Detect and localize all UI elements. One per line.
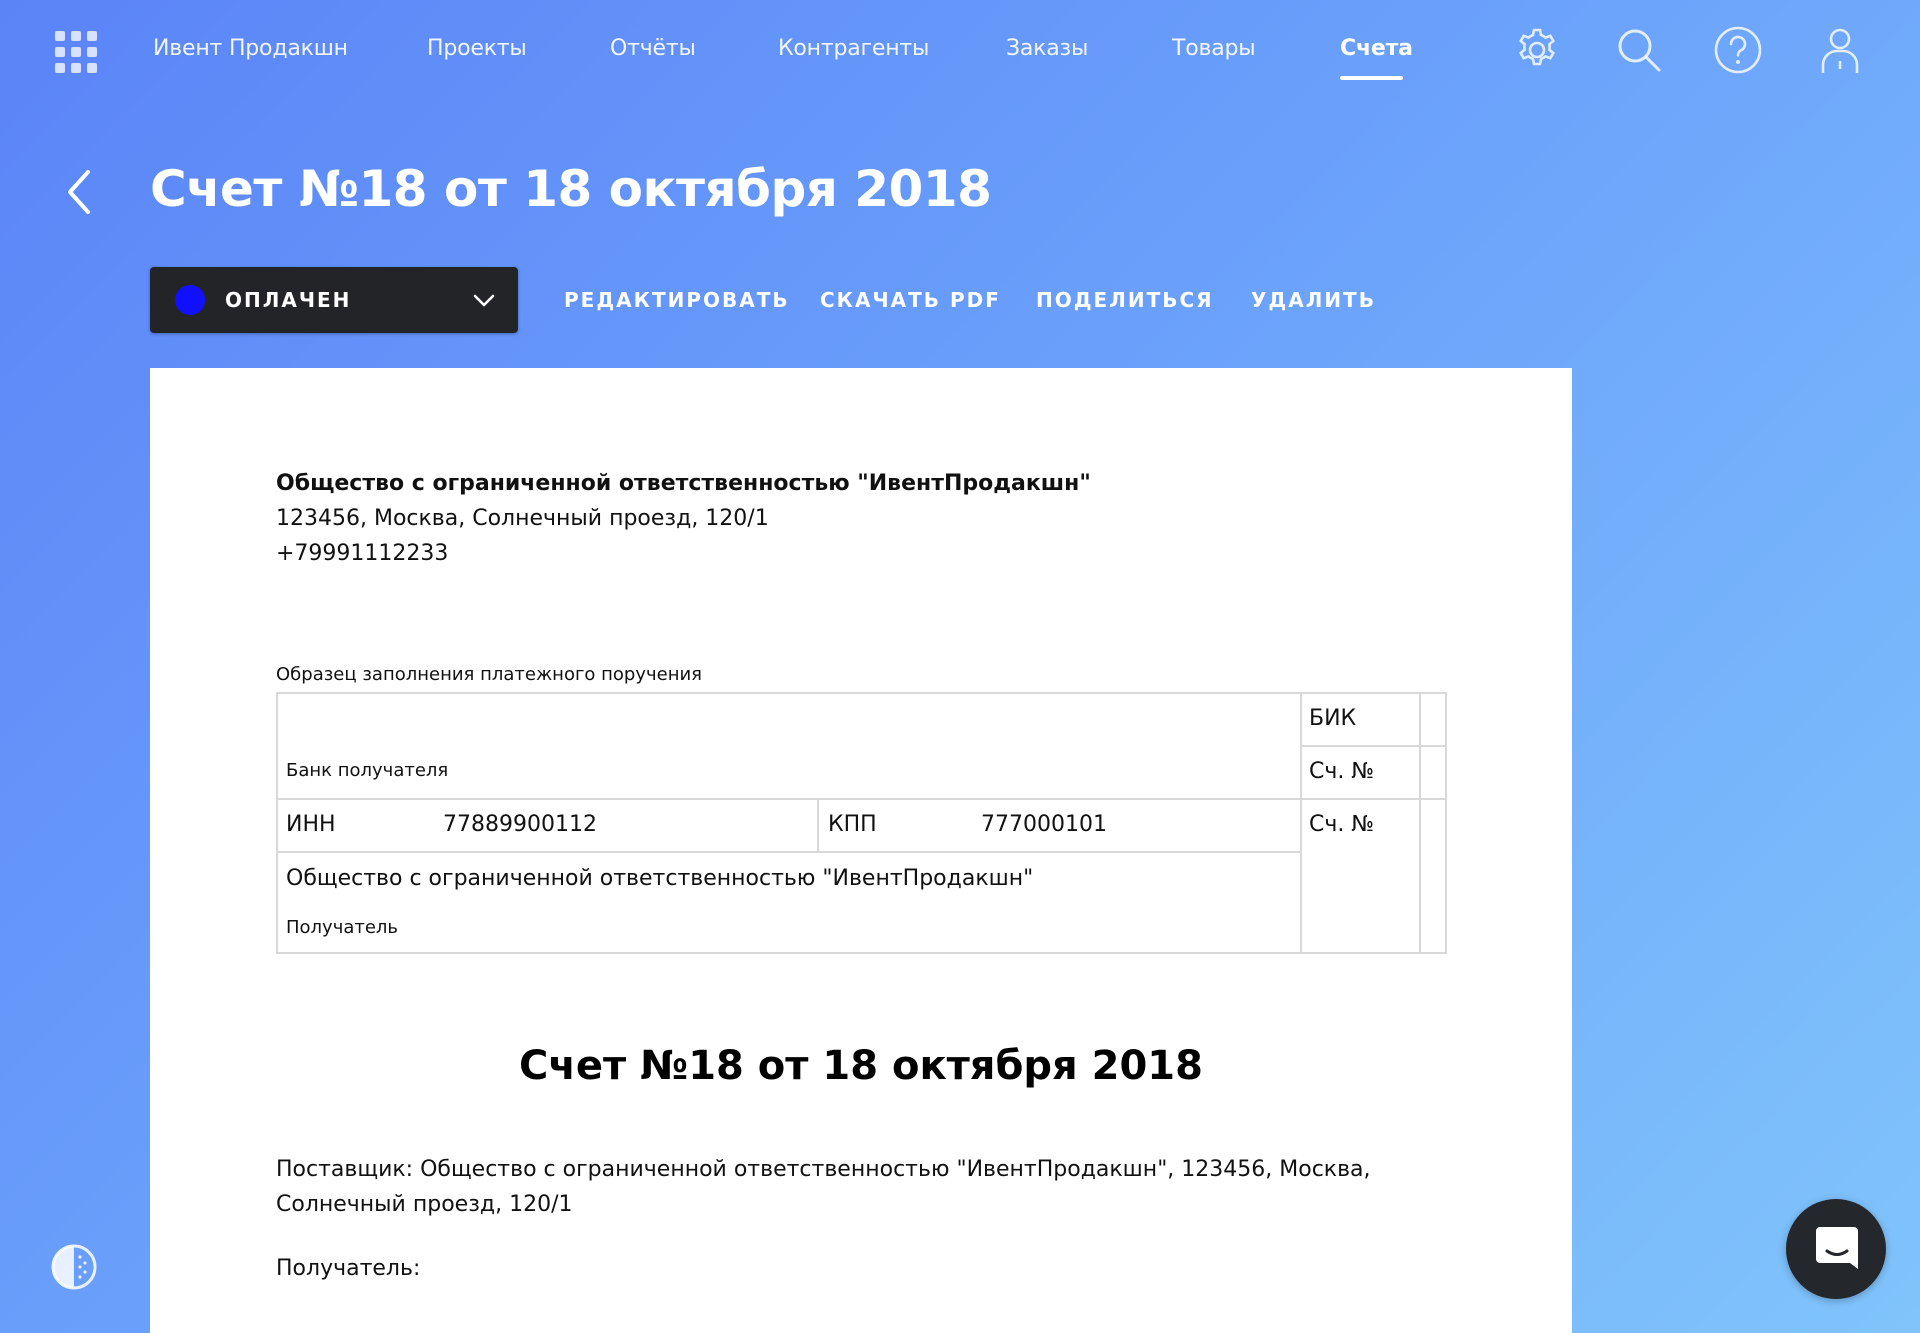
- gear-icon[interactable]: [1512, 25, 1562, 75]
- nav-item-projects[interactable]: Проекты: [427, 36, 527, 61]
- kpp-label: КПП: [828, 812, 877, 837]
- delete-button[interactable]: УДАЛИТЬ: [1251, 288, 1376, 312]
- recipient-name: Общество с ограниченной ответственностью…: [286, 866, 1034, 891]
- company-phone: +79991112233: [276, 541, 449, 566]
- chat-button[interactable]: [1786, 1199, 1886, 1299]
- table-divider: [278, 798, 1445, 800]
- download-pdf-button[interactable]: СКАЧАТЬ PDF: [820, 288, 1001, 312]
- nav-item-company[interactable]: Ивент Продакшн: [153, 36, 348, 61]
- supplier-line: Поставщик: Общество с ограниченной ответ…: [276, 1157, 1371, 1217]
- help-icon[interactable]: [1713, 25, 1763, 75]
- nav-item-products[interactable]: Товары: [1172, 36, 1256, 61]
- chat-icon: [1816, 1227, 1858, 1269]
- nav-item-contractors[interactable]: Контрагенты: [778, 36, 929, 61]
- edit-button[interactable]: РЕДАКТИРОВАТЬ: [564, 288, 790, 312]
- user-icon[interactable]: [1815, 25, 1865, 75]
- table-divider: [1300, 694, 1302, 952]
- apps-grid-icon[interactable]: [55, 31, 97, 73]
- status-dropdown[interactable]: ОПЛАЧЕН: [150, 267, 518, 333]
- status-label: ОПЛАЧЕН: [225, 288, 352, 312]
- nav-item-invoices[interactable]: Счета: [1340, 36, 1413, 61]
- page-title: Счет №18 от 18 октября 2018: [150, 160, 992, 218]
- theme-toggle-icon[interactable]: [50, 1243, 98, 1291]
- table-divider: [278, 851, 1302, 853]
- table-divider: [1419, 694, 1421, 952]
- payment-sample-label: Образец заполнения платежного поручения: [276, 664, 703, 685]
- invoice-heading: Счет №18 от 18 октября 2018: [519, 1043, 1203, 1089]
- nav-item-reports[interactable]: Отчёты: [610, 36, 696, 61]
- status-color-dot: [175, 285, 205, 315]
- inn-value: 77889900112: [443, 812, 597, 837]
- inn-label: ИНН: [286, 812, 336, 837]
- active-tab-indicator: [1340, 76, 1403, 80]
- recipient-account-label: Сч. №: [1309, 812, 1375, 837]
- nav-item-orders[interactable]: Заказы: [1006, 36, 1088, 61]
- invoice-document: Общество с ограниченной ответственностью…: [150, 368, 1572, 1333]
- payment-details-table: Банк получателя БИК Сч. № ИНН 7788990011…: [276, 692, 1447, 954]
- bik-label: БИК: [1309, 706, 1357, 731]
- bank-label: Банк получателя: [286, 760, 449, 781]
- back-arrow-icon[interactable]: [62, 164, 98, 220]
- recipient-line: Получатель:: [276, 1256, 421, 1281]
- top-navigation: Ивент Продакшн Проекты Отчёты Контрагент…: [0, 0, 1920, 104]
- share-button[interactable]: ПОДЕЛИТЬСЯ: [1036, 288, 1214, 312]
- table-divider: [817, 798, 819, 852]
- company-name: Общество с ограниченной ответственностью…: [276, 471, 1091, 496]
- kpp-value: 777000101: [981, 812, 1107, 837]
- search-icon[interactable]: [1614, 25, 1664, 75]
- chevron-down-icon: [473, 294, 495, 307]
- company-address: 123456, Москва, Солнечный проезд, 120/1: [276, 506, 769, 531]
- bank-account-label: Сч. №: [1309, 759, 1375, 784]
- recipient-label: Получатель: [286, 917, 399, 938]
- table-divider: [1300, 745, 1445, 747]
